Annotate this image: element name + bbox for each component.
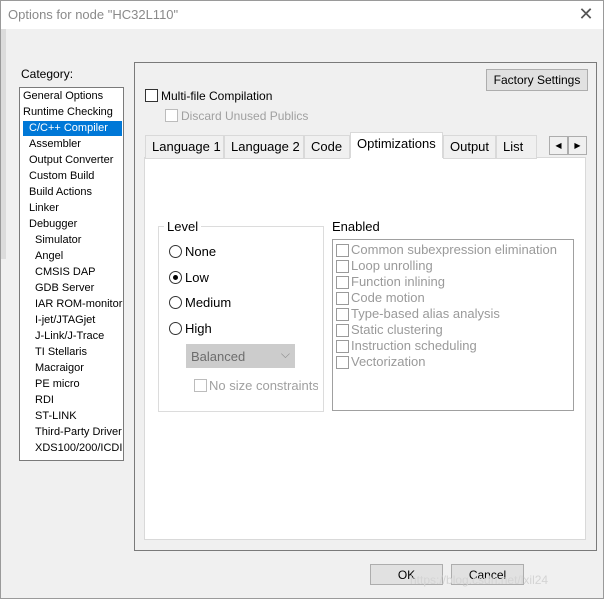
category-item-build-actions[interactable]: Build Actions	[29, 185, 92, 200]
category-list[interactable]: General Options Runtime Checking C/C++ C…	[19, 87, 124, 461]
tab-scroll-right-icon[interactable]: ▶	[568, 136, 587, 155]
enabled-item-checkbox[interactable]	[336, 292, 349, 305]
category-label: Category:	[21, 67, 74, 81]
category-item-custom-build[interactable]: Custom Build	[29, 169, 94, 184]
category-item-pe-micro[interactable]: PE micro	[35, 377, 80, 392]
enabled-item-label: Type-based alias analysis	[351, 306, 500, 321]
combo-value: Balanced	[191, 349, 246, 364]
no-size-constraints-label: No size constraints	[209, 378, 318, 393]
enabled-item-checkbox[interactable]	[336, 308, 349, 321]
enabled-item-checkbox[interactable]	[336, 356, 349, 369]
enabled-item-label: Vectorization	[351, 354, 426, 369]
no-size-constraints-checkbox[interactable]	[194, 379, 207, 392]
category-item-rdi[interactable]: RDI	[35, 393, 54, 408]
enabled-item-checkbox[interactable]	[336, 276, 349, 289]
category-item-xds100[interactable]: XDS100/200/ICDI	[35, 441, 122, 456]
level-medium-label: Medium	[185, 295, 232, 310]
enabled-item-checkbox[interactable]	[336, 324, 349, 337]
tab-language-1[interactable]: Language 1	[145, 135, 224, 159]
cancel-button[interactable]: Cancel	[451, 564, 524, 585]
level-high-radio[interactable]	[169, 322, 182, 335]
multi-file-compilation-checkbox[interactable]	[145, 89, 158, 102]
level-low-label: Low	[185, 270, 209, 285]
category-item-gdb-server[interactable]: GDB Server	[35, 281, 94, 296]
enabled-item-label: Instruction scheduling	[351, 338, 477, 353]
enabled-item-label: Function inlining	[351, 274, 445, 289]
level-high-label: High	[185, 321, 212, 336]
discard-unused-publics-checkbox[interactable]	[165, 109, 178, 122]
category-item-i-jet[interactable]: I-jet/JTAGjet	[35, 313, 95, 328]
enabled-item-label: Static clustering	[351, 322, 443, 337]
enabled-item-checkbox[interactable]	[336, 340, 349, 353]
category-item-cmsis-dap[interactable]: CMSIS DAP	[35, 265, 96, 280]
category-item-j-link[interactable]: J-Link/J-Trace	[35, 329, 104, 344]
enabled-item-checkbox[interactable]	[336, 244, 349, 257]
close-icon[interactable]: ✕	[573, 2, 599, 26]
category-item-st-link[interactable]: ST-LINK	[35, 409, 77, 424]
factory-settings-button[interactable]: Factory Settings	[486, 69, 588, 91]
category-item-output-converter[interactable]: Output Converter	[29, 153, 113, 168]
tab-optimizations[interactable]: Optimizations	[350, 132, 443, 158]
tab-output[interactable]: Output	[443, 135, 496, 159]
tab-scroll-left-icon[interactable]: ◀	[549, 136, 568, 155]
options-dialog: Options for node "HC32L110" ✕ Category: …	[0, 0, 604, 599]
level-none-radio[interactable]	[169, 245, 182, 258]
level-title: Level	[164, 219, 202, 234]
enabled-transformations-list: Common subexpression elimination Loop un…	[332, 239, 574, 411]
category-item-angel[interactable]: Angel	[35, 249, 63, 264]
category-item-ti-stellaris[interactable]: TI Stellaris	[35, 345, 87, 360]
tab-list[interactable]: List	[496, 135, 537, 159]
category-item-assembler[interactable]: Assembler	[29, 137, 81, 152]
level-none-label: None	[185, 244, 217, 259]
category-item-runtime-checking[interactable]: Runtime Checking	[23, 105, 113, 120]
tab-language-2[interactable]: Language 2	[224, 135, 304, 159]
window-title: Options for node "HC32L110"	[8, 7, 179, 22]
discard-unused-publics-label: Discard Unused Publics	[181, 109, 309, 123]
category-item-simulator[interactable]: Simulator	[35, 233, 81, 248]
radio-selected-dot	[173, 275, 178, 280]
level-low-radio[interactable]	[169, 271, 182, 284]
background-window-edge	[1, 29, 6, 259]
category-item-debugger[interactable]: Debugger	[29, 217, 77, 232]
enabled-item-label: Loop unrolling	[351, 258, 433, 273]
category-item-general-options[interactable]: General Options	[23, 89, 103, 104]
category-item-third-party-driver[interactable]: Third-Party Driver	[35, 425, 122, 440]
optimization-strategy-combo[interactable]: Balanced ⌵	[186, 344, 295, 368]
level-medium-radio[interactable]	[169, 296, 182, 309]
enabled-title: Enabled	[332, 219, 380, 234]
enabled-item-label: Common subexpression elimination	[351, 242, 557, 257]
tab-code[interactable]: Code	[304, 135, 350, 159]
category-item-linker[interactable]: Linker	[29, 201, 59, 216]
enabled-item-label: Code motion	[351, 290, 425, 305]
ok-button[interactable]: OK	[370, 564, 443, 585]
category-item-macraigor[interactable]: Macraigor	[35, 361, 84, 376]
multi-file-compilation-label: Multi-file Compilation	[161, 89, 273, 103]
category-item-iar-rom-monitor[interactable]: IAR ROM-monitor	[35, 297, 122, 312]
title-bar: Options for node "HC32L110" ✕	[1, 1, 603, 29]
chevron-down-icon: ⌵	[280, 347, 290, 361]
enabled-item-checkbox[interactable]	[336, 260, 349, 273]
category-item-c-cpp-compiler[interactable]: C/C++ Compiler	[23, 121, 122, 136]
